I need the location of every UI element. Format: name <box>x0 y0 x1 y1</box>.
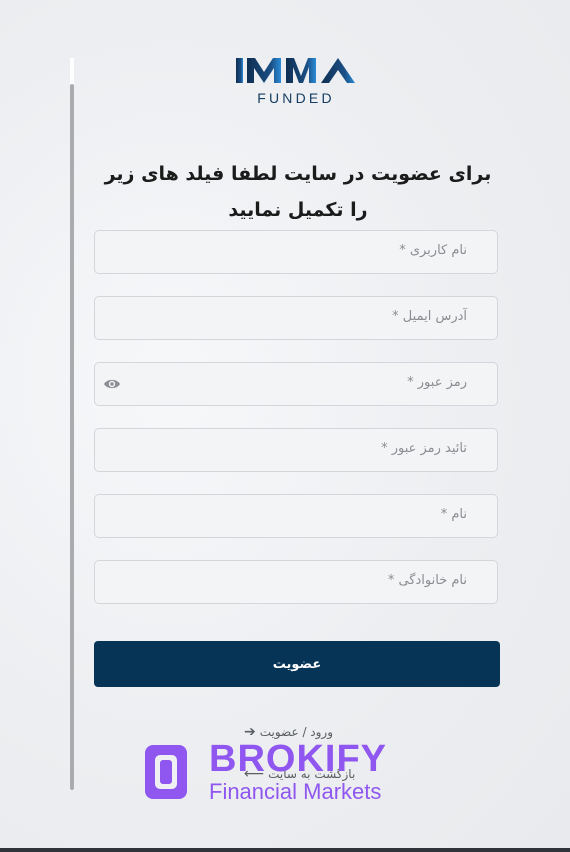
last-name-placeholder: نام خانوادگی * <box>387 573 467 588</box>
password-placeholder: رمز عبور * <box>407 375 467 390</box>
email-field[interactable]: آدرس ایمیل * <box>94 296 498 340</box>
brokify-logo-icon <box>145 745 187 799</box>
email-placeholder: آدرس ایمیل * <box>392 309 467 324</box>
register-button[interactable]: عضویت <box>94 641 500 687</box>
brokify-watermark-name: BROKIFY <box>209 738 387 780</box>
eye-icon[interactable] <box>103 377 121 391</box>
confirm-password-placeholder: تائید رمز عبور * <box>381 441 467 456</box>
confirm-password-field[interactable]: تائید رمز عبور * <box>94 428 498 472</box>
bottom-edge <box>0 848 570 852</box>
login-register-label: ورود / عضویت <box>259 725 334 739</box>
username-field[interactable]: نام کاربری * <box>94 230 498 274</box>
password-field[interactable]: رمز عبور * <box>94 362 498 406</box>
form-heading: برای عضویت در سایت لطفا فیلد های زیر را … <box>104 163 492 221</box>
brokify-watermark-tagline: Financial Markets <box>209 779 382 804</box>
first-name-placeholder: نام * <box>440 507 467 522</box>
last-name-field[interactable]: نام خانوادگی * <box>94 560 498 604</box>
scrollbar-thumb[interactable] <box>70 84 74 790</box>
logo-subtitle: FUNDED <box>257 90 335 106</box>
first-name-field[interactable]: نام * <box>94 494 498 538</box>
username-placeholder: نام کاربری * <box>399 243 467 258</box>
